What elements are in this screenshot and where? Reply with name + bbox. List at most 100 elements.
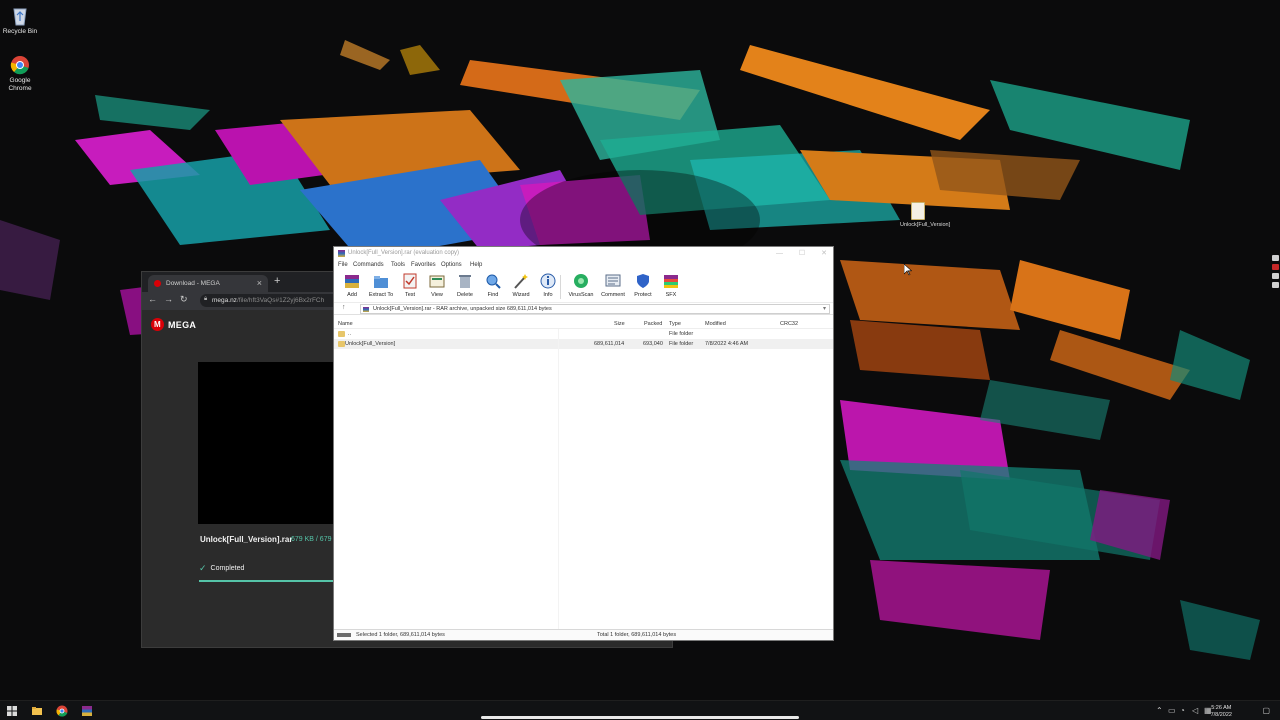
tool-test[interactable]: Test	[396, 273, 424, 298]
menu-commands[interactable]: Commands	[353, 262, 384, 268]
add-icon	[345, 275, 359, 288]
tool-add[interactable]: Add	[338, 273, 366, 298]
forward-icon[interactable]: →	[164, 294, 173, 304]
archive-path[interactable]: Unlock[Full_Version].rar - RAR archive, …	[360, 304, 830, 314]
mega-favicon-icon	[154, 280, 161, 287]
mega-brand: MEGA	[168, 319, 197, 330]
check-icon: ✓	[199, 563, 207, 573]
tool-extract-to[interactable]: Extract To	[367, 273, 395, 298]
chevron-up-icon[interactable]: ⌃	[1156, 706, 1163, 715]
download-progress-fill	[199, 580, 335, 582]
edge-icon[interactable]	[1271, 255, 1279, 261]
maximize-icon[interactable]: ☐	[799, 250, 805, 257]
desktop-icon-recycle-bin[interactable]: Recycle Bin	[0, 6, 40, 36]
menu-file[interactable]: File	[338, 262, 348, 268]
volume-icon[interactable]: ◁	[1192, 706, 1198, 715]
file-explorer-icon[interactable]	[31, 705, 43, 717]
winrar-window: Unlock[Full_Version].rar (evaluation cop…	[333, 246, 834, 641]
menu-help[interactable]: Help	[470, 262, 482, 268]
column-modified[interactable]: Modified	[705, 321, 726, 327]
edge-icon[interactable]	[1271, 273, 1279, 279]
tool-test-label: Test	[404, 292, 416, 298]
desktop-file-label: Unlock[Full_Version]	[900, 222, 951, 228]
row-name: Unlock[Full_Version]	[345, 341, 396, 347]
tool-info[interactable]: Info	[534, 273, 562, 298]
windows-start-icon[interactable]	[6, 705, 18, 717]
winrar-statusbar: Selected 1 folder, 689,611,014 bytes Tot…	[334, 629, 833, 640]
column-name[interactable]: Name	[338, 321, 353, 327]
view-icon	[429, 275, 445, 288]
desktop-icon-google-chrome[interactable]: Google Chrome	[0, 55, 40, 93]
winrar-menubar: File Commands Tools Favorites Options He…	[334, 261, 833, 271]
browser-tab[interactable]: Download - MEGA ×	[148, 275, 268, 292]
reload-icon[interactable]: ↻	[180, 294, 188, 305]
taskbar-clock[interactable]: 5:26 AM 7/8/2022	[1211, 705, 1232, 719]
tool-find[interactable]: Find	[479, 273, 507, 298]
column-packed[interactable]: Packed	[644, 321, 662, 327]
file-preview	[198, 362, 338, 524]
comment-icon	[605, 274, 621, 287]
clock-date: 7/8/2022	[1210, 712, 1232, 718]
chrome-label: Google Chrome	[8, 77, 32, 92]
column-size[interactable]: Size	[614, 321, 625, 327]
download-status-text: Completed	[210, 565, 245, 572]
status-selected: Selected 1 folder, 689,611,014 bytes	[356, 632, 445, 638]
close-icon[interactable]: ✕	[821, 250, 827, 257]
menu-tools[interactable]: Tools	[391, 262, 405, 268]
mega-logo[interactable]: M MEGA	[151, 318, 196, 331]
extract-to-icon	[374, 276, 388, 288]
menu-favorites[interactable]: Favorites	[411, 262, 436, 268]
tool-view[interactable]: View	[423, 273, 451, 298]
chrome-icon	[10, 56, 29, 75]
mega-logo-icon: M	[151, 318, 164, 331]
wizard-icon	[514, 274, 528, 289]
winrar-app-icon	[338, 250, 345, 257]
winrar-titlebar[interactable]: Unlock[Full_Version].rar (evaluation cop…	[334, 247, 833, 261]
tool-delete-label: Delete	[457, 292, 473, 298]
winrar-taskbar-icon[interactable]	[81, 705, 93, 717]
protect-icon	[637, 274, 649, 288]
tool-add-label: Add	[347, 292, 357, 298]
table-row[interactable]: .. File folder	[334, 329, 833, 339]
status-total: Total 1 folder, 689,611,014 bytes	[597, 632, 677, 638]
test-icon	[403, 273, 417, 289]
record-icon[interactable]	[1271, 264, 1279, 270]
tool-extract-to-label: Extract To	[368, 292, 394, 298]
minimize-icon[interactable]: —	[776, 250, 783, 257]
notification-icon[interactable]: ▢	[1262, 706, 1270, 715]
wifi-icon[interactable]: ◔	[1180, 706, 1185, 715]
tool-virusscan-label: VirusScan	[568, 292, 594, 298]
tool-wizard[interactable]: Wizard	[507, 273, 535, 298]
tool-virusscan[interactable]: VirusScan	[567, 273, 595, 298]
info-icon	[540, 273, 556, 289]
new-tab-icon[interactable]: +	[274, 275, 280, 287]
tool-delete[interactable]: Delete	[451, 273, 479, 298]
tool-comment-label: Comment	[601, 292, 625, 298]
tool-protect[interactable]: Protect	[629, 273, 657, 298]
download-progress-bar	[199, 580, 335, 582]
clock-time: 5:26 AM	[1211, 705, 1232, 711]
network-icon[interactable]: ▭	[1168, 706, 1176, 715]
close-tab-icon[interactable]: ×	[257, 278, 262, 288]
back-icon[interactable]: ←	[148, 294, 157, 304]
file-list-header: Name Size Packed Type Modified CRC32	[334, 319, 833, 329]
recycle-bin-label: Recycle Bin	[2, 28, 38, 35]
tool-info-label: Info	[543, 292, 553, 298]
drive-icon	[337, 633, 351, 637]
chevron-down-icon[interactable]: ▾	[823, 305, 826, 312]
winrar-pathbar: ↑ Unlock[Full_Version].rar - RAR archive…	[334, 303, 833, 315]
up-folder-icon[interactable]: ↑	[342, 304, 346, 311]
menu-options[interactable]: Options	[441, 262, 462, 268]
tab-title: Download - MEGA	[166, 280, 220, 287]
download-status: ✓ Completed	[199, 563, 244, 574]
column-type[interactable]: Type	[669, 321, 681, 327]
tool-comment[interactable]: Comment	[599, 273, 627, 298]
table-row[interactable]: Unlock[Full_Version] 689,611,014 693,040…	[334, 339, 833, 349]
address-bar[interactable]: 🔒︎ mega.nz/file/hft3VaQs#1Z2yj6Bx2rFCh	[200, 294, 340, 307]
gear-icon[interactable]	[1271, 282, 1279, 288]
desktop-icon-extracted-folder[interactable]: Unlock[Full_Version]	[900, 202, 950, 228]
column-crc32[interactable]: CRC32	[780, 321, 798, 327]
tool-sfx[interactable]: SFX	[657, 273, 685, 298]
chrome-taskbar-icon[interactable]	[56, 705, 68, 717]
tool-find-label: Find	[487, 292, 499, 298]
